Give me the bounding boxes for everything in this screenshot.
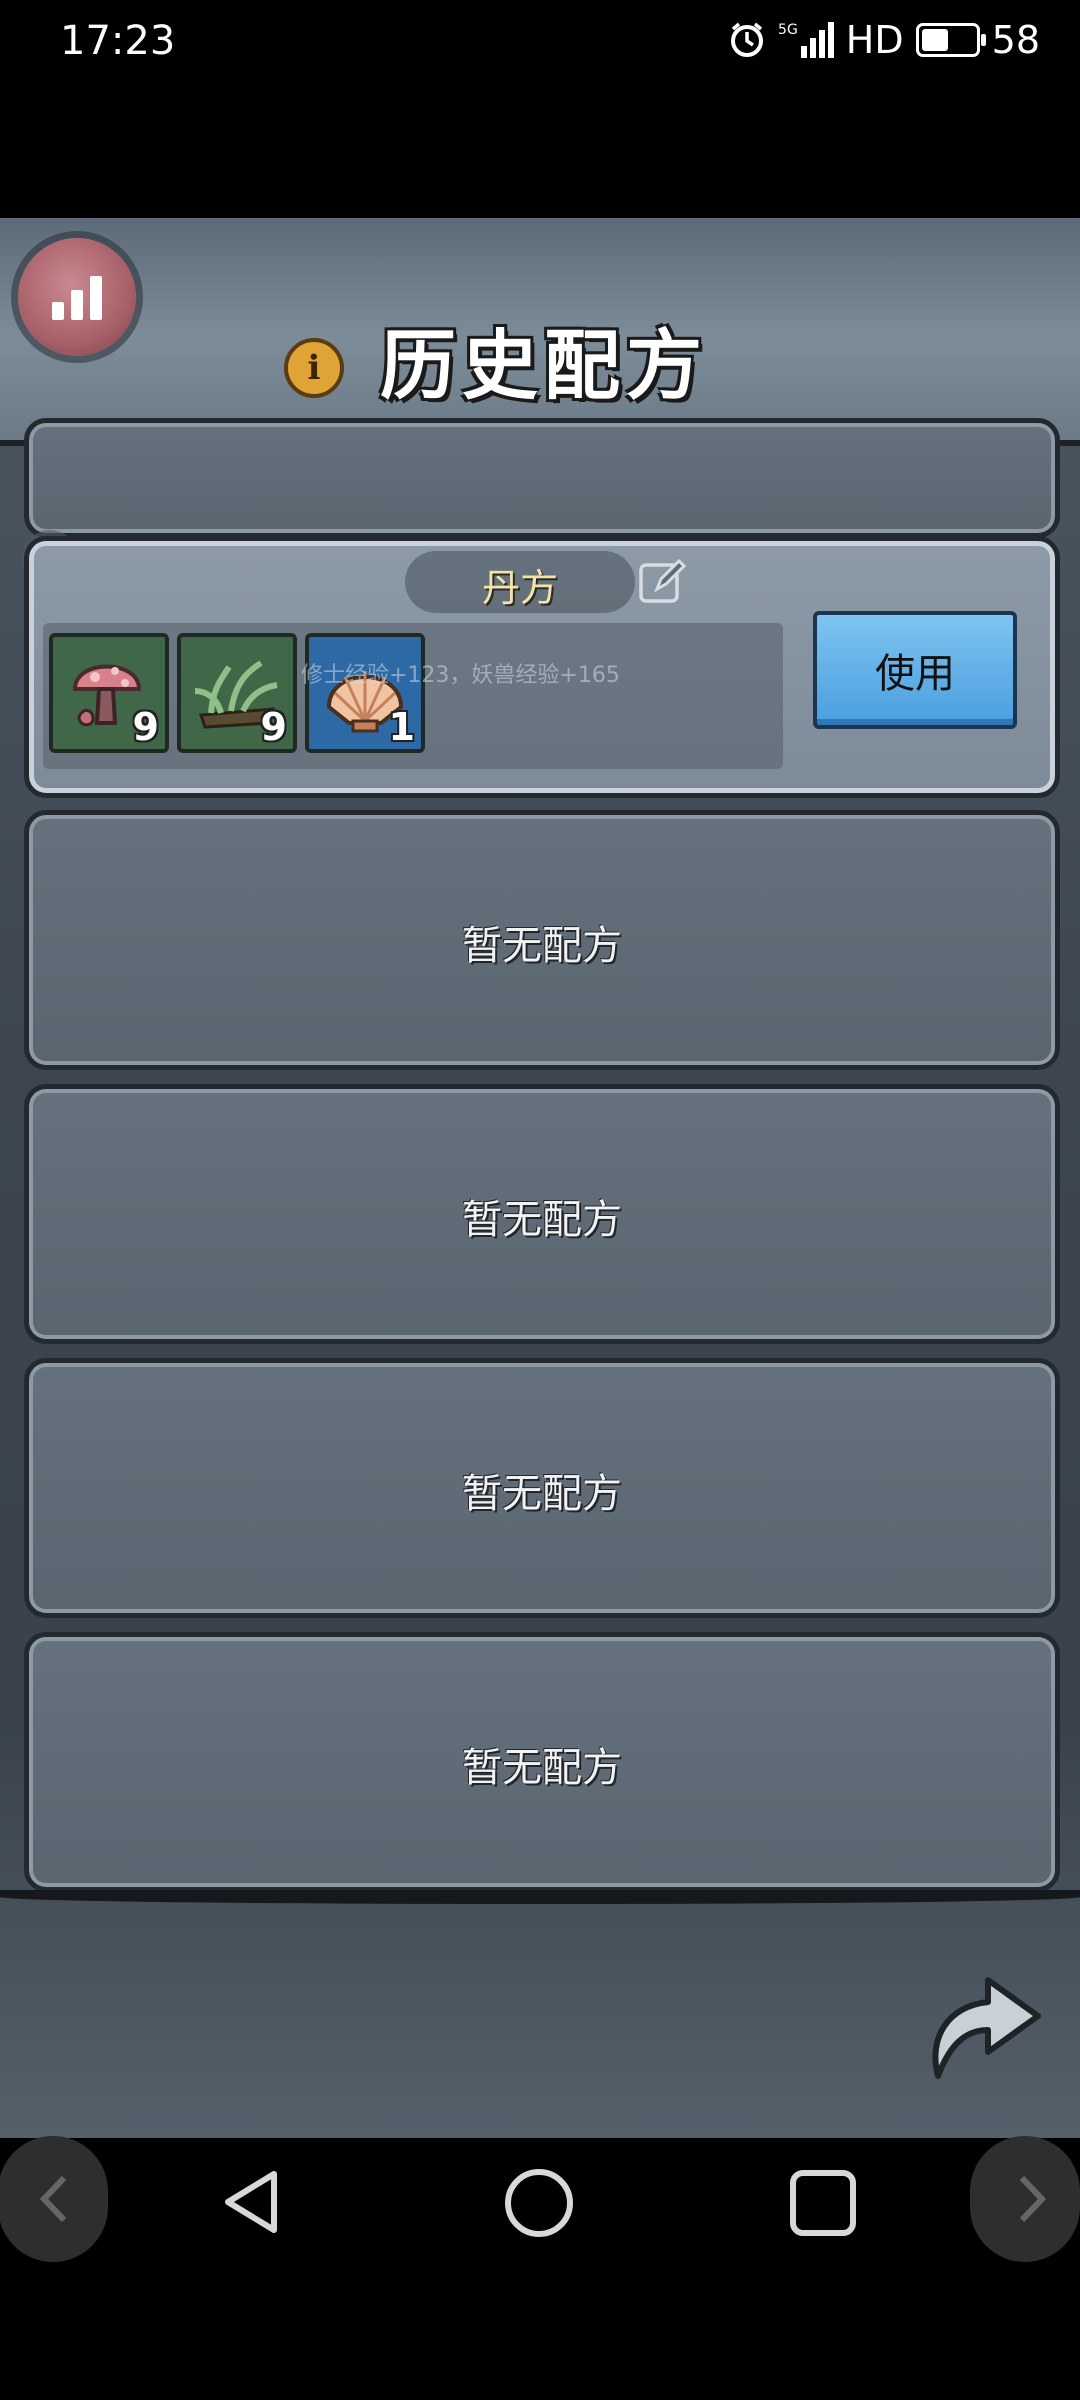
ingredient-slot-shell[interactable]: 1 <box>305 633 425 753</box>
signal-icon: 5G <box>778 22 834 58</box>
alarm-icon <box>731 22 764 57</box>
status-bar: 17:23 5G HD 58 <box>0 0 1080 218</box>
recipe-slot-empty[interactable]: 暂无配方 <box>24 1084 1060 1344</box>
chevron-right-icon <box>1019 2175 1047 2223</box>
battery-icon <box>915 23 986 57</box>
navigation-bar <box>0 2136 1080 2400</box>
ingredient-slot-mushroom[interactable]: 9 <box>49 633 169 753</box>
recipe-slot-partial <box>24 418 1060 538</box>
status-time: 17:23 <box>60 18 176 64</box>
page-title: 历史配方 <box>380 321 708 410</box>
curved-arrow-icon <box>932 1977 1041 2079</box>
empty-slot-label: 暂无配方 <box>462 1471 622 1517</box>
hd-label: HD <box>845 18 904 62</box>
stats-button[interactable] <box>18 238 136 356</box>
info-icon[interactable]: i <box>284 338 344 398</box>
recipe-slot-empty[interactable]: 暂无配方 <box>24 810 1060 1070</box>
ingredient-quantity: 9 <box>260 705 287 749</box>
header: i 历史配方 <box>0 218 1080 446</box>
empty-slot-label: 暂无配方 <box>462 1745 622 1791</box>
back-icon[interactable] <box>216 2166 288 2238</box>
nav-prev-button[interactable] <box>0 2136 108 2262</box>
recipe-card-saved[interactable]: 丹方 9 9 1 修士经验+123，妖兽经验+165 使用 <box>24 536 1060 798</box>
recipe-name: 丹方 <box>481 566 558 610</box>
stats-icon <box>18 238 136 356</box>
status-icons: 5G HD 58 <box>728 18 1040 62</box>
battery-level: 58 <box>991 18 1040 62</box>
recipe-slot-empty[interactable]: 暂无配方 <box>24 1358 1060 1618</box>
edit-icon[interactable] <box>637 557 687 607</box>
recipe-slot-empty[interactable]: 暂无配方 <box>24 1632 1060 1892</box>
recents-icon[interactable] <box>788 2168 858 2238</box>
nav-next-button[interactable] <box>970 2136 1080 2262</box>
recipe-effect-text: 修士经验+123，妖兽经验+165 <box>301 663 620 688</box>
recipe-history-screen: i 历史配方 丹方 9 9 1 修士经验+123，妖兽经验+165 使用 暂无配… <box>0 218 1080 2138</box>
forward-arrow-button[interactable] <box>918 1958 1046 2086</box>
ingredient-slot-herb[interactable]: 9 <box>177 633 297 753</box>
empty-slot-label: 暂无配方 <box>462 1197 622 1243</box>
chevron-left-icon <box>39 2175 67 2223</box>
ingredients-panel: 9 9 1 <box>43 623 783 769</box>
empty-slot-label: 暂无配方 <box>462 923 622 969</box>
ingredient-quantity: 9 <box>132 705 159 749</box>
ingredient-quantity: 1 <box>388 705 415 749</box>
home-icon[interactable] <box>502 2166 576 2240</box>
use-button[interactable]: 使用 <box>813 611 1017 729</box>
network-label: 5G <box>778 22 798 38</box>
list-bottom-divider <box>0 1890 1080 1904</box>
